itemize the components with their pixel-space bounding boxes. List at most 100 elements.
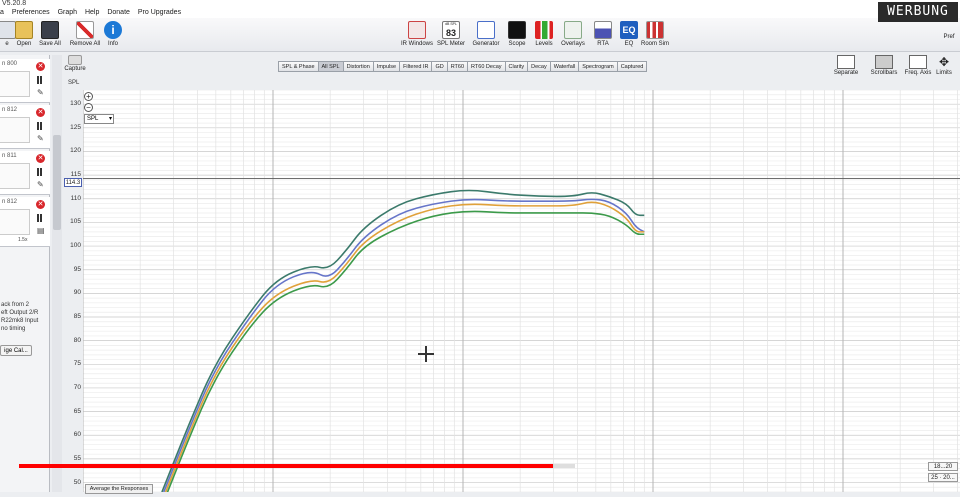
preferences-button[interactable]: Pref <box>938 34 960 40</box>
freq-select-low[interactable]: 18...20 <box>928 462 958 471</box>
note-line: eft Output 2/R <box>1 310 39 316</box>
pen-icon[interactable]: ✎ <box>37 89 45 97</box>
scope-icon <box>508 21 526 39</box>
y-axis: 130 125 120 115 110 105 100 95 90 85 80 75 70 65 60 55 5… <box>62 90 82 492</box>
measurement-item[interactable]: n 811 ✕ ✎ <box>0 151 50 195</box>
menu-pro-upgrades[interactable]: Pro Upgrades <box>138 9 181 16</box>
spl-meter-button[interactable]: dB SPL 83 SPL Meter <box>434 21 468 47</box>
limits-label: Limits <box>936 70 952 76</box>
y-tick-label: 70 <box>73 383 81 391</box>
room-sim-icon <box>646 21 664 39</box>
tab-clarity[interactable]: Clarity <box>504 61 528 72</box>
remove-measurement-icon[interactable]: ✕ <box>36 62 45 71</box>
info-button[interactable]: i Info <box>96 21 130 47</box>
measurement-label: n 812 <box>2 199 18 205</box>
panel-scrollbar[interactable] <box>52 55 62 492</box>
tab-decay[interactable]: Decay <box>527 61 550 72</box>
ir-windows-button[interactable]: IR Windows <box>400 21 434 47</box>
rta-label: RTA <box>597 41 609 47</box>
y-tick-label: 85 <box>73 313 81 320</box>
tab-filtered-ir[interactable]: Filtered IR <box>399 61 432 72</box>
tab-spl-phase[interactable]: SPL & Phase <box>278 61 318 72</box>
tab-rt60-decay[interactable]: RT60 Decay <box>467 61 505 72</box>
change-cal-button[interactable]: ige Cal... <box>0 345 32 356</box>
tab-all-spl[interactable]: All SPL <box>317 61 343 72</box>
bars-icon[interactable] <box>37 76 45 84</box>
measurement-panel: n 800 ✕ ✎ n 812 ✕ ✎ n 811 ✕ ✎ n 812 ✕ ▤ … <box>0 55 50 492</box>
eq-icon: EQ <box>620 21 638 39</box>
menu-donate[interactable]: Donate <box>107 9 130 16</box>
capture-button[interactable]: Capture <box>64 55 86 72</box>
save-all-button[interactable]: Save All <box>33 21 67 47</box>
y-tick-label: 65 <box>73 407 81 415</box>
spl-meter-display: 83 <box>445 28 456 38</box>
bars-icon[interactable] <box>37 122 45 130</box>
separate-button[interactable]: Separate <box>828 55 864 76</box>
average-responses-button[interactable]: Average the Responses <box>85 484 153 494</box>
spl-chart <box>82 89 960 497</box>
y-tick-label: 55 <box>73 454 81 462</box>
remove-measurement-icon[interactable]: ✕ <box>36 200 45 209</box>
tab-spectrogram[interactable]: Spectrogram <box>578 61 617 72</box>
tab-gd[interactable]: GD <box>431 61 447 72</box>
y-tick-label: 75 <box>73 360 81 368</box>
note-line: ack from 2 <box>1 302 30 308</box>
notes-icon[interactable]: ▤ <box>37 227 45 235</box>
freq-select-high[interactable]: 25 · 20... <box>928 473 958 482</box>
generator-button[interactable]: Generator <box>469 21 503 47</box>
measurement-item[interactable]: n 812 ✕ ✎ <box>0 105 50 149</box>
preferences-label: Pref <box>943 34 955 40</box>
tab-captured[interactable]: Captured <box>616 61 648 72</box>
video-progress-bar[interactable] <box>19 464 575 468</box>
bars-icon[interactable] <box>37 214 45 222</box>
measurement-thumbnail <box>0 117 30 143</box>
measurement-label: n 811 <box>2 153 17 159</box>
scrollbars-button[interactable]: Scrollbars <box>866 55 902 76</box>
bars-icon[interactable] <box>37 168 45 176</box>
levels-label: Levels <box>535 41 553 47</box>
scrollbars-label: Scrollbars <box>870 70 898 76</box>
scope-label: Scope <box>508 41 526 47</box>
y-tick-label: 90 <box>73 289 81 297</box>
overlays-button[interactable]: Overlays <box>556 21 590 47</box>
menu-preferences[interactable]: Preferences <box>12 9 50 16</box>
menu-graph[interactable]: Graph <box>58 9 77 16</box>
zoom-out-button[interactable]: − <box>84 103 93 112</box>
room-sim-button[interactable]: Room Sim <box>638 21 672 47</box>
generator-icon <box>477 21 495 39</box>
window-title: V5.20.8 <box>0 0 960 8</box>
scrollbar-thumb[interactable] <box>53 135 61 230</box>
menu-help[interactable]: Help <box>85 9 99 16</box>
menu-file[interactable]: a <box>0 9 4 16</box>
measurement-thumbnail <box>0 163 30 189</box>
measurement-item[interactable]: n 800 ✕ ✎ <box>0 59 50 103</box>
video-progress-fill <box>19 464 553 468</box>
y-tick-label: 80 <box>73 336 81 344</box>
remove-measurement-icon[interactable]: ✕ <box>36 154 45 163</box>
crosshair-cursor-icon <box>418 346 434 362</box>
spl-curve <box>161 189 645 493</box>
y-tick-label: 50 <box>73 478 81 486</box>
tab-rt60[interactable]: RT60 <box>446 61 468 72</box>
pen-icon[interactable]: ✎ <box>37 135 45 143</box>
spl-graph[interactable] <box>82 89 960 497</box>
cursor-value-label: 114.3 <box>64 178 82 187</box>
save-all-label: Save All <box>39 41 61 47</box>
zoom-in-button[interactable]: + <box>84 92 93 101</box>
tab-waterfall[interactable]: Waterfall <box>549 61 579 72</box>
levels-icon <box>535 21 553 39</box>
limits-button[interactable]: ✥ Limits <box>929 55 959 76</box>
pen-icon[interactable]: ✎ <box>37 181 45 189</box>
tab-distortion[interactable]: Distortion <box>342 61 373 72</box>
remove-measurement-icon[interactable]: ✕ <box>36 108 45 117</box>
scrollbars-icon <box>875 55 893 69</box>
info-icon: i <box>104 21 122 39</box>
measurement-item-selected[interactable]: n 812 ✕ ▤ 1.5x <box>0 197 50 247</box>
menu-bar: a Preferences Graph Help Donate Pro Upgr… <box>0 8 960 18</box>
generator-label: Generator <box>472 41 500 47</box>
note-line: R22mk8 Input <box>1 318 39 324</box>
separate-icon <box>837 55 855 69</box>
unit-select[interactable]: SPL <box>84 114 114 124</box>
rta-icon <box>594 21 612 39</box>
tab-impulse[interactable]: Impulse <box>372 61 400 72</box>
